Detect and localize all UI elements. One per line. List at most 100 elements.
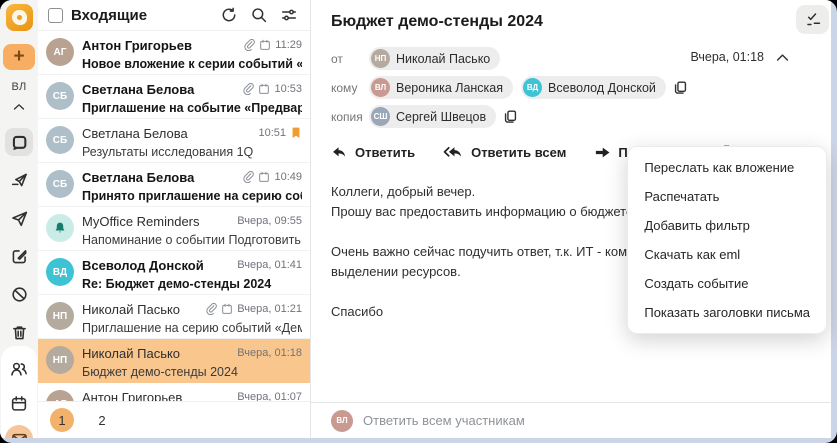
sidebar-item-spam[interactable]	[5, 280, 33, 308]
tasks-panel-button[interactable]	[796, 5, 829, 34]
quick-reply-bar[interactable]: ВЛ Ответить всем участникам	[311, 402, 831, 438]
paper-plane-icon	[11, 211, 27, 226]
copy-icon	[674, 81, 687, 94]
attachment-icon	[244, 39, 256, 51]
email-time: Вчера, 01:18	[237, 347, 302, 359]
email-time: 10:49	[274, 171, 302, 183]
search-button[interactable]	[248, 4, 270, 26]
trash-icon	[12, 325, 26, 339]
myoffice-logo-icon[interactable]	[5, 4, 33, 31]
pagination-page[interactable]: 2	[90, 408, 114, 432]
avatar: СБ	[46, 170, 74, 198]
calendar-icon	[259, 83, 270, 94]
mail-list-panel: Входящие АГ Антон Григорьев 11:29 Новое …	[38, 0, 311, 438]
message-context-menu: Переслать как вложение Распечатать Добавит…	[627, 146, 827, 334]
reply-all-button[interactable]: Ответить всем	[443, 145, 566, 160]
pagination-page[interactable]: 1	[50, 408, 74, 432]
app-switcher: •••	[1, 346, 37, 438]
contacts-icon	[11, 362, 27, 376]
to-label: кому	[331, 80, 358, 95]
email-subject: Приглашение на событие «Предварительно..…	[82, 101, 302, 115]
compose-new-button[interactable]: +	[3, 44, 35, 70]
message-meta: от НП Николай Пасько кому ВЛ Вероника Ланс…	[331, 47, 811, 128]
pagination: 12	[38, 401, 310, 438]
bookmark-icon	[292, 127, 300, 139]
avatar: НП	[46, 302, 74, 330]
sender-name: Всеволод Донской	[82, 257, 204, 273]
search-icon	[252, 8, 267, 23]
copy-recipients-button[interactable]	[673, 80, 688, 95]
email-time: Вчера, 01:41	[237, 259, 302, 271]
email-subject: Результаты исследования 1Q	[82, 145, 254, 159]
sidebar-item-inbox[interactable]	[5, 128, 33, 156]
app-mail-button[interactable]	[5, 425, 33, 438]
sender-name: Николай Пасько	[82, 301, 181, 317]
menu-item[interactable]: Переслать как вложение	[628, 153, 826, 182]
list-item[interactable]: СБ Светлана Белова 10:49 Принято приглаш…	[38, 163, 310, 207]
sender-name: MyOffice Reminders	[82, 213, 200, 229]
list-item[interactable]: СБ Светлана Белова 10:51 Результаты иссл…	[38, 119, 310, 163]
recipient-chip[interactable]: ВЛ Вероника Ланская	[369, 76, 514, 99]
sender-name: Светлана Белова	[82, 81, 195, 97]
user-initials[interactable]: ВЛ	[11, 81, 26, 93]
app-contacts-button[interactable]	[5, 355, 33, 383]
copy-cc-button[interactable]	[503, 109, 518, 124]
app-calendar-button[interactable]	[5, 390, 33, 418]
refresh-icon	[222, 7, 236, 22]
avatar: СБ	[46, 126, 74, 154]
chip-avatar: СШ	[371, 107, 390, 126]
avatar	[46, 214, 74, 242]
block-icon	[11, 286, 27, 302]
filter-button[interactable]	[278, 4, 300, 26]
select-all-checkbox[interactable]	[48, 7, 63, 23]
cc-label: копия	[331, 109, 363, 124]
sidebar-item-drafts[interactable]	[5, 242, 33, 270]
avatar: СБ	[46, 82, 74, 110]
app-window: + ВЛ ••• Входящие	[0, 0, 837, 443]
calendar-app-icon	[11, 396, 27, 411]
email-subject: Приглашение на серию событий «Демо стен.…	[82, 321, 302, 335]
reply-button[interactable]: Ответить	[331, 145, 415, 160]
refresh-button[interactable]	[218, 4, 240, 26]
list-item[interactable]: MyOffice Reminders Вчера, 09:55 Напомина…	[38, 207, 310, 251]
from-label: от	[331, 51, 343, 66]
message-subject: Бюджет демо-стенды 2024	[331, 13, 543, 30]
email-time: 10:53	[274, 83, 302, 95]
email-list: АГ Антон Григорьев 11:29 Новое вложение …	[38, 31, 310, 427]
sidebar-item-trash[interactable]	[5, 318, 33, 346]
menu-item[interactable]: Добавить фильтр	[628, 211, 826, 240]
outbox-icon	[11, 173, 27, 186]
avatar: НП	[46, 346, 74, 374]
menu-item[interactable]: Скачать как eml	[628, 240, 826, 269]
chip-avatar: ВД	[523, 78, 543, 97]
list-item[interactable]: НП Николай Пасько Вчера, 01:21 Приглашен…	[38, 295, 310, 339]
attachment-icon	[206, 303, 218, 315]
menu-item[interactable]: Создать событие	[628, 269, 826, 298]
calendar-icon	[222, 303, 233, 314]
to-chips: ВЛ Вероника Ланская ВД Всеволод Донской	[369, 76, 666, 99]
list-item[interactable]: ВД Всеволод Донской Вчера, 01:41 Re: Бюд…	[38, 251, 310, 295]
list-item[interactable]: СБ Светлана Белова 10:53 Приглашение на …	[38, 75, 310, 119]
checklist-icon	[806, 12, 820, 25]
email-time: Вчера, 01:21	[237, 303, 302, 315]
recipient-chip[interactable]: СШ Сергей Швецов	[369, 105, 497, 128]
chip-avatar: НП	[371, 49, 390, 68]
menu-item[interactable]: Распечатать	[628, 182, 826, 211]
menu-item[interactable]: Показать заголовки письма	[628, 298, 826, 327]
list-item[interactable]: АГ Антон Григорьев 11:29 Новое вложение …	[38, 31, 310, 75]
inbox-icon	[12, 135, 26, 150]
recipient-chip[interactable]: НП Николай Пасько	[369, 47, 501, 70]
avatar: ВД	[46, 258, 74, 286]
chevron-up-icon	[13, 104, 25, 110]
folder-icons	[5, 128, 33, 346]
compose-icon	[12, 249, 26, 263]
sender-name: Николай Пасько	[82, 345, 181, 361]
list-item[interactable]: НП Николай Пасько Вчера, 01:18 Бюджет де…	[38, 339, 310, 383]
collapse-account-button[interactable]	[13, 98, 25, 116]
reply-all-icon	[443, 146, 462, 157]
recipient-chip[interactable]: ВД Всеволод Донской	[521, 76, 666, 99]
folder-title: Входящие	[71, 6, 148, 24]
sidebar-item-sent[interactable]	[5, 204, 33, 232]
sidebar-item-outbox[interactable]	[5, 166, 33, 194]
collapse-header-icon[interactable]	[776, 53, 789, 62]
